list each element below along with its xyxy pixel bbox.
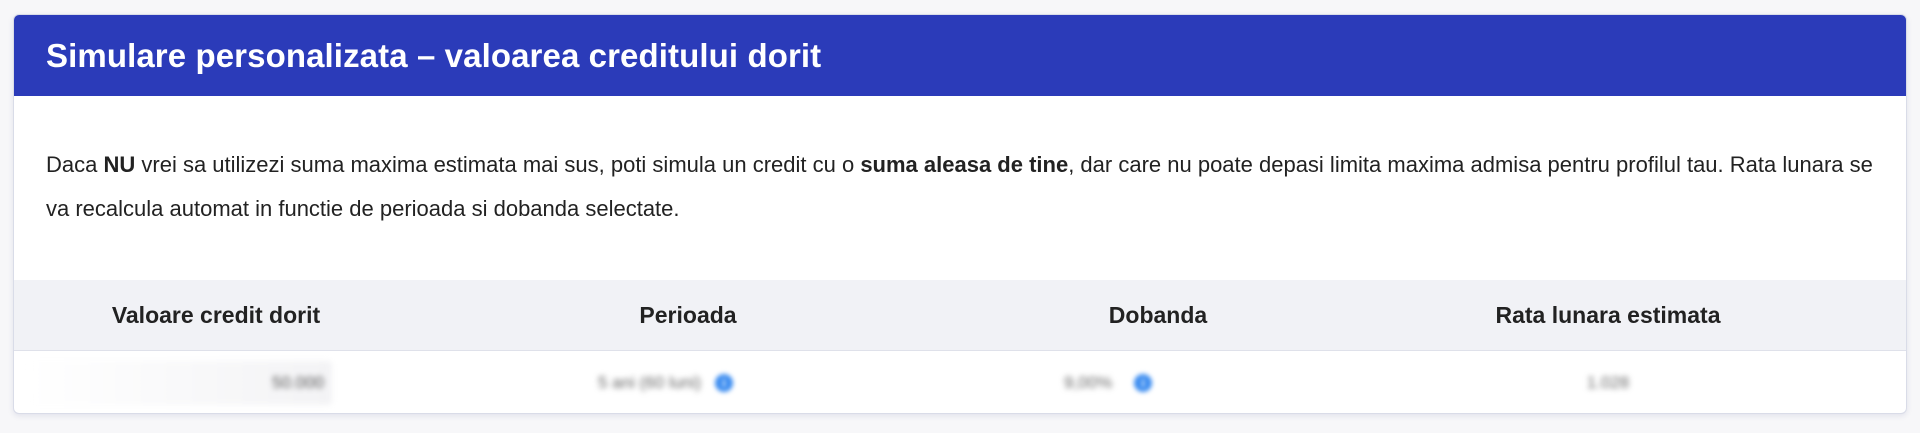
monthly-rate-value: 1.028 [1586,373,1630,392]
card-title: Simulare personalizata – valoarea credit… [46,36,822,74]
card-header: Simulare personalizata – valoarea credit… [14,15,1906,96]
interest-info-icon[interactable]: i [1134,374,1153,392]
intro-text-part-2: vrei sa utilizezi suma maxima estimata m… [135,152,861,177]
intro-text-part-1: Daca [46,152,104,177]
intro-bold-nu: NU [103,152,136,177]
period-value[interactable]: 5 ani (60 luni) [598,373,701,393]
table-header-row: Valoare credit dorit Perioada Dobanda Ra… [14,280,1906,351]
header-period: Perioada [639,302,737,328]
credit-amount-input[interactable] [26,361,332,405]
header-monthly-rate: Rata lunara estimata [1495,302,1721,328]
intro-bold-amount: suma aleasa de tine [860,152,1069,177]
header-interest: Dobanda [1108,302,1208,328]
table-row: 5 ani (60 luni) i 9,00% i 1.028 [14,351,1906,413]
interest-value[interactable]: 9,00% [1064,373,1112,393]
monthly-rate-cell: 1.028 [1358,351,1858,413]
intro-text: Daca NU vrei sa utilizezi suma maxima es… [14,96,1906,280]
interest-cell: 9,00% i [1064,351,1153,413]
period-cell: 5 ani (60 luni) i [598,351,734,413]
custom-simulation-card: Simulare personalizata – valoarea credit… [13,14,1907,414]
header-credit-amount: Valoare credit dorit [111,302,321,328]
period-info-icon[interactable]: i [715,374,734,392]
